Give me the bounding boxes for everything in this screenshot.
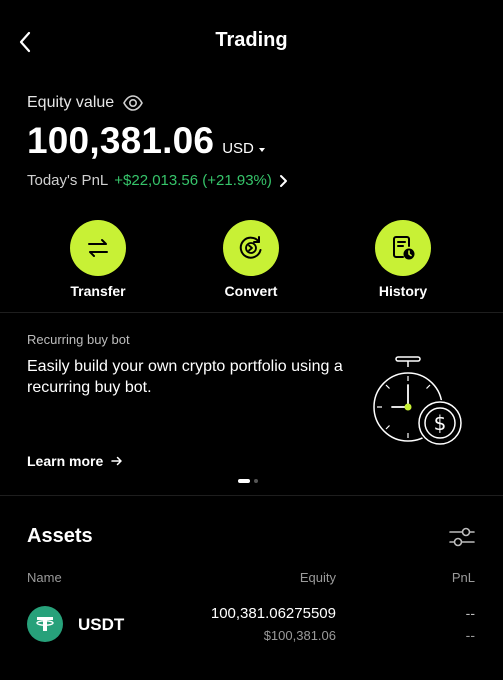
asset-pnl: --: [465, 605, 475, 621]
divider-top: [0, 312, 503, 313]
svg-text:$: $: [434, 411, 447, 435]
transfer-icon: [88, 239, 108, 257]
todays-pnl-row[interactable]: Today's PnL +$22,013.56 (+21.93%): [27, 172, 288, 189]
column-header-pnl: PnL: [451, 570, 475, 585]
promo-text: Easily build your own crypto portfolio u…: [27, 358, 343, 396]
action-buttons: Transfer Convert History: [0, 220, 503, 300]
asset-equity-usd: $100,381.06: [263, 628, 336, 643]
history-label: History: [378, 283, 428, 299]
equity-value: 100,381.06: [27, 120, 215, 161]
stopwatch-dollar-icon: $: [373, 356, 463, 446]
caret-down-icon: [258, 147, 265, 152]
carousel-pagination[interactable]: [238, 479, 258, 483]
page-dot: [254, 479, 258, 483]
history-button[interactable]: History: [358, 220, 448, 299]
convert-circle: [223, 220, 279, 276]
pnl-value: +$22,013.56 (+21.93%): [114, 172, 272, 189]
transfer-label: Transfer: [70, 283, 126, 299]
page-title: Trading: [215, 29, 288, 51]
convert-icon: [239, 236, 262, 259]
header: Trading: [0, 0, 503, 84]
currency-selector[interactable]: USD: [222, 140, 265, 157]
arrow-right-icon: [111, 456, 122, 466]
page-dot-active: [238, 479, 250, 483]
transfer-circle: [70, 220, 126, 276]
filter-icon[interactable]: [448, 524, 476, 550]
column-header-name: Name: [27, 570, 62, 585]
history-circle: [375, 220, 431, 276]
asset-symbol: USDT: [78, 615, 125, 634]
assets-title: Assets: [27, 525, 93, 547]
tether-icon: [27, 606, 63, 642]
pnl-label: Today's PnL: [27, 172, 109, 189]
chevron-right-icon: [279, 174, 287, 187]
equity-label-row: Equity value: [27, 93, 144, 113]
learn-more-label: Learn more: [27, 453, 104, 469]
eye-icon[interactable]: [122, 93, 144, 113]
asset-pnl-pct: --: [465, 627, 475, 643]
asset-row-usdt[interactable]: USDT 100,381.06275509 $100,381.06 -- --: [0, 596, 503, 656]
promo-category: Recurring buy bot: [27, 332, 130, 347]
currency-label: USD: [222, 140, 254, 157]
convert-label: Convert: [224, 283, 278, 299]
asset-equity-amount: 100,381.06275509: [210, 605, 336, 622]
learn-more-link[interactable]: Learn more: [27, 453, 123, 469]
equity-label: Equity value: [27, 94, 115, 111]
column-header-equity: Equity: [299, 570, 336, 585]
equity-row: 100,381.06 USD: [27, 120, 265, 162]
history-icon: [393, 236, 415, 260]
transfer-button[interactable]: Transfer: [53, 220, 143, 299]
convert-button[interactable]: Convert: [206, 220, 296, 299]
divider-bottom: [0, 495, 503, 496]
